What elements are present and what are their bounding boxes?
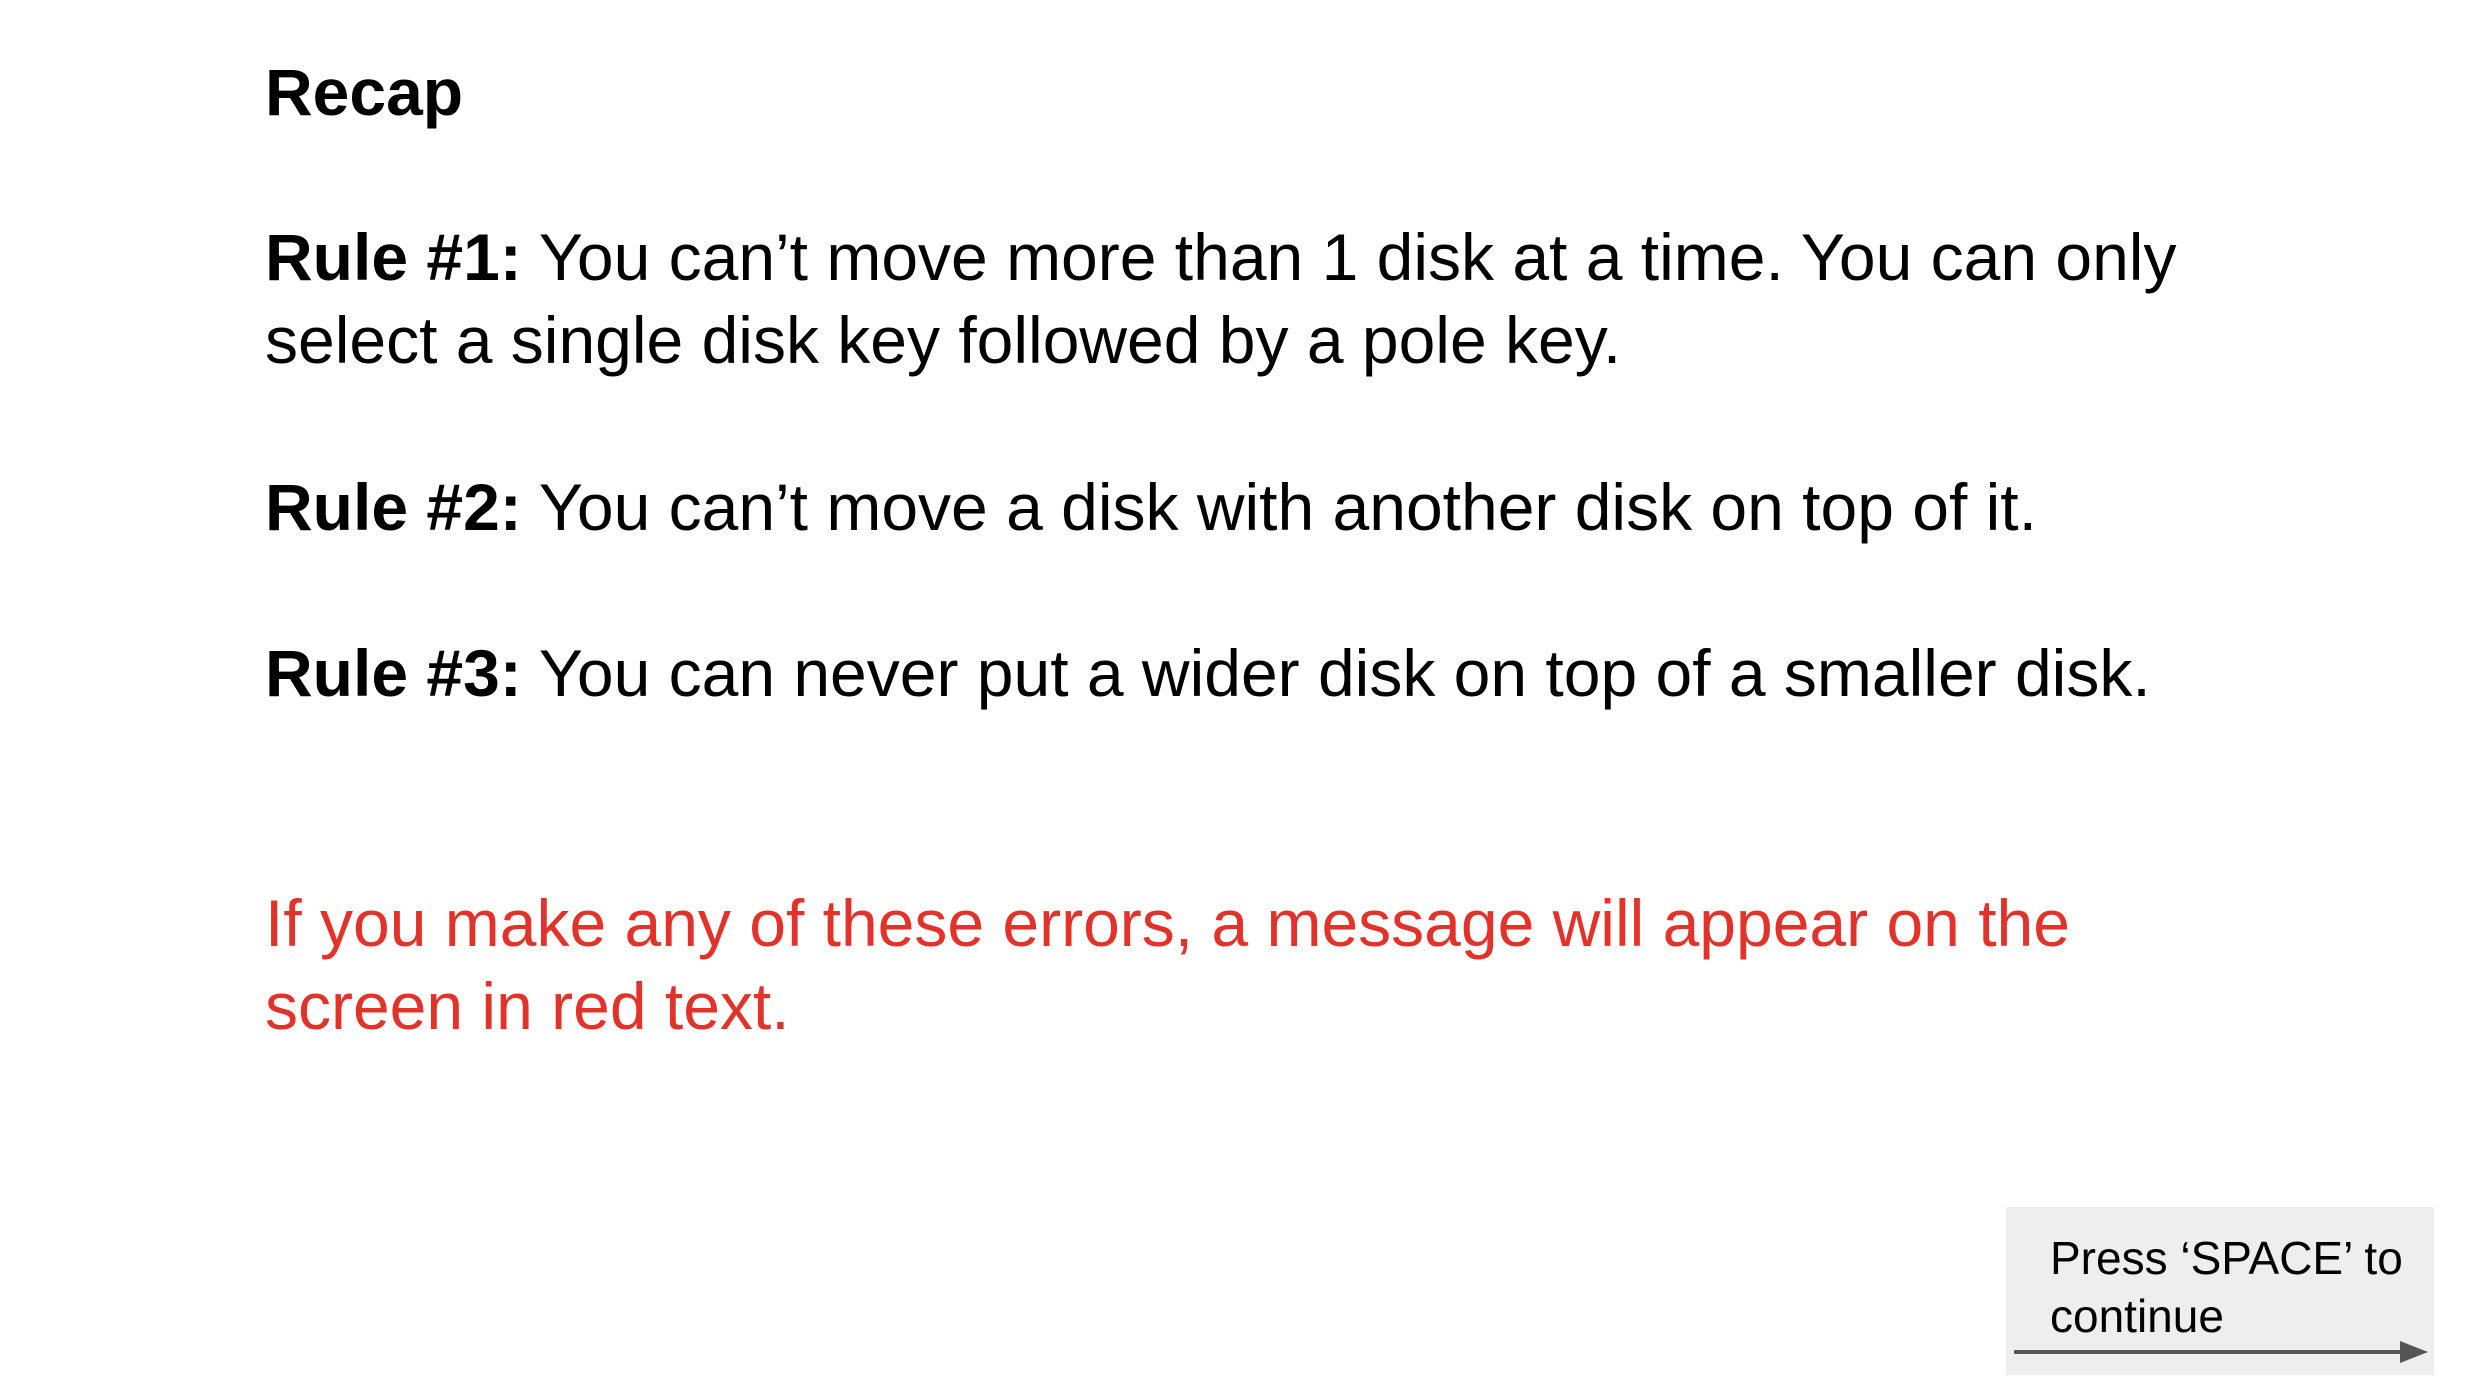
slide-title: Recap: [265, 55, 464, 129]
rule-1: Rule #1: You can’t move more than 1 disk…: [265, 216, 2225, 382]
rule-1-label: Rule #1:: [265, 220, 522, 294]
rule-2-label: Rule #2:: [265, 470, 522, 544]
rule-1-text: You can’t move more than 1 disk at a tim…: [265, 220, 2177, 377]
continue-prompt[interactable]: Press ‘SPACE’ to continue: [2006, 1207, 2434, 1375]
rule-2-text: You can’t move a disk with another disk …: [521, 470, 2037, 544]
rule-3: Rule #3: You can never put a wider disk …: [265, 632, 2225, 715]
rule-3-label: Rule #3:: [265, 636, 522, 710]
rule-3-text: You can never put a wider disk on top of…: [521, 636, 2151, 710]
continue-prompt-text: Press ‘SPACE’ to continue: [2050, 1232, 2403, 1342]
rule-2: Rule #2: You can’t move a disk with anot…: [265, 466, 2225, 549]
error-warning-text: If you make any of these errors, a messa…: [265, 886, 2070, 1043]
instruction-slide: Recap Rule #1: You can’t move more than …: [0, 0, 2472, 1386]
right-arrow-icon: [2014, 1341, 2428, 1363]
